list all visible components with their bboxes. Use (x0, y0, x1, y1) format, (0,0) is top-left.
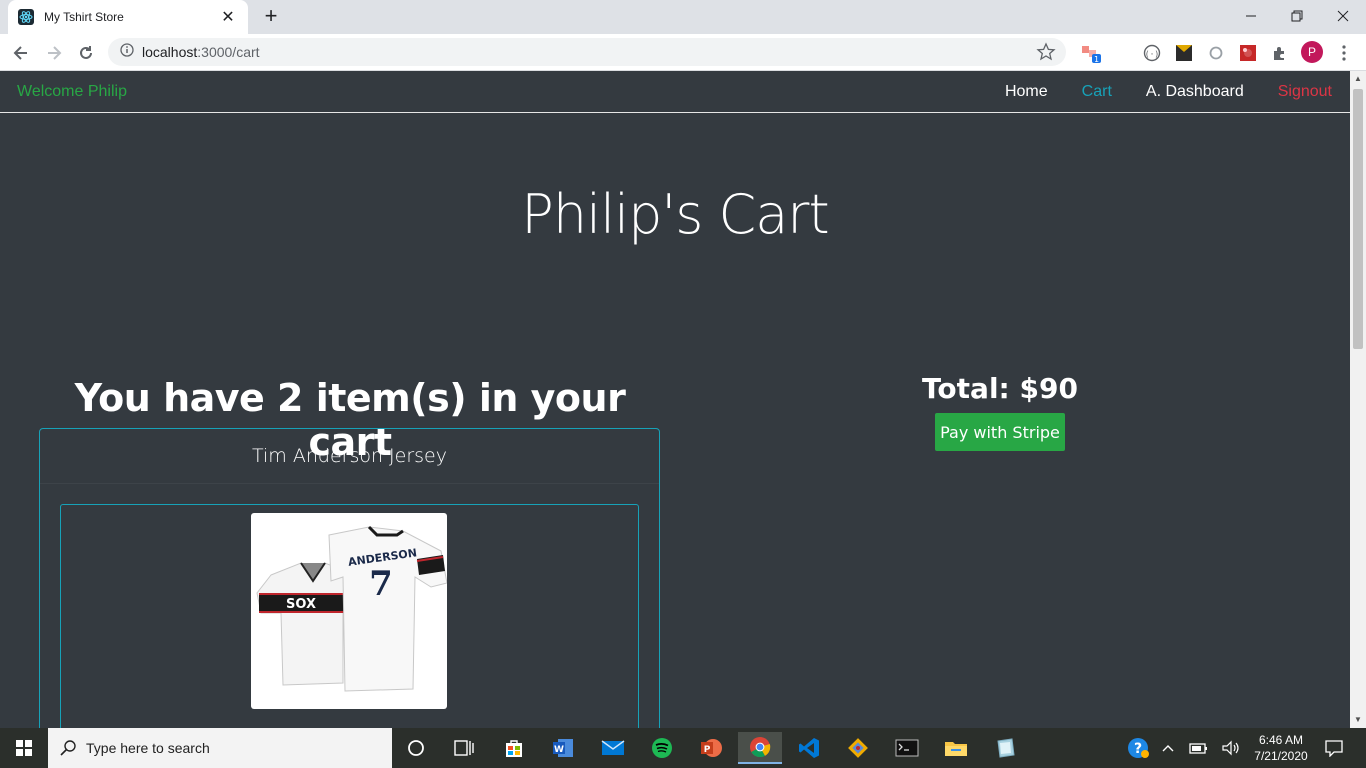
chrome-icon[interactable] (738, 732, 782, 764)
nav-cart-link[interactable]: Cart (1082, 83, 1112, 101)
store-icon[interactable] (494, 732, 534, 764)
extension-red-icon[interactable] (1237, 42, 1259, 64)
page-viewport: Welcome Philip Home Cart A. Dashboard Si… (0, 71, 1350, 728)
spotify-icon[interactable] (642, 732, 682, 764)
svg-text:1: 1 (1094, 55, 1099, 64)
page-title: Philip's Cart (521, 183, 829, 246)
notifications-icon[interactable] (1320, 728, 1348, 768)
nav-home-link[interactable]: Home (1005, 83, 1048, 101)
react-icon (18, 9, 34, 25)
product-name: Tim Anderson Jersey (40, 429, 659, 484)
restore-icon[interactable] (1274, 0, 1320, 32)
battery-icon[interactable] (1186, 728, 1212, 768)
cart-item-card: Tim Anderson Jersey SOX ANDERSON 7 (39, 428, 660, 728)
back-arrow-icon[interactable] (8, 40, 34, 66)
extension-code-icon[interactable]: (·) (1141, 42, 1163, 64)
mail-icon[interactable] (593, 732, 633, 764)
search-placeholder: Type here to search (86, 740, 210, 756)
svg-text:SOX: SOX (286, 597, 316, 612)
powerpoint-icon[interactable]: P (691, 732, 731, 764)
svg-text:W: W (554, 745, 564, 755)
url-text: localhost:3000/cart (142, 44, 260, 60)
browser-tab-strip: My Tshirt Store ✕ + (0, 0, 1366, 34)
svg-text:7: 7 (369, 564, 393, 604)
windows-taskbar: Type here to search W P ? 6:46 AM 7/21/2… (0, 728, 1366, 768)
profile-avatar[interactable]: P (1301, 41, 1323, 63)
git-icon[interactable] (838, 732, 878, 764)
cart-total: Total: $90 (922, 372, 1078, 405)
extension-puzzle-badge-icon[interactable]: 1 (1080, 42, 1102, 64)
minimize-icon[interactable] (1228, 0, 1274, 32)
url-path: :3000/cart (197, 44, 260, 60)
product-image-frame: SOX ANDERSON 7 (60, 504, 639, 728)
word-icon[interactable]: W (543, 732, 583, 764)
taskbar-clock[interactable]: 6:46 AM 7/21/2020 (1248, 732, 1314, 764)
scrollbar-thumb[interactable] (1353, 89, 1363, 349)
svg-text:(·): (·) (1145, 50, 1159, 59)
extensions-puzzle-icon[interactable] (1268, 42, 1290, 64)
address-bar[interactable]: localhost:3000/cart (108, 38, 1066, 66)
pay-with-stripe-button[interactable]: Pay with Stripe (935, 413, 1065, 451)
tab-close-icon[interactable]: ✕ (218, 7, 238, 27)
volume-icon[interactable] (1218, 728, 1244, 768)
browser-tab[interactable]: My Tshirt Store ✕ (8, 0, 248, 34)
extension-circle-icon[interactable] (1205, 42, 1227, 64)
bookmark-star-icon[interactable] (1036, 42, 1056, 62)
vscode-icon[interactable] (789, 732, 829, 764)
welcome-text: Welcome Philip (17, 83, 127, 100)
reload-icon[interactable] (73, 40, 99, 66)
page-scrollbar[interactable]: ▲ ▼ (1350, 71, 1366, 728)
taskbar-search-box[interactable]: Type here to search (48, 728, 392, 768)
scroll-down-icon[interactable]: ▼ (1350, 712, 1366, 728)
nav-links: Home Cart A. Dashboard Signout (971, 83, 1332, 101)
tab-title: My Tshirt Store (44, 10, 124, 24)
search-icon (60, 740, 76, 756)
app-tile-icon[interactable] (985, 732, 1025, 764)
info-icon[interactable] (120, 42, 134, 62)
menu-kebab-icon[interactable] (1333, 42, 1355, 64)
clock-time: 6:46 AM (1258, 733, 1304, 747)
svg-text:?: ? (1134, 741, 1142, 757)
nav-dashboard-link[interactable]: A. Dashboard (1146, 83, 1244, 101)
scroll-up-icon[interactable]: ▲ (1350, 71, 1366, 87)
help-icon[interactable]: ? (1124, 728, 1152, 768)
terminal-icon[interactable] (887, 732, 927, 764)
nav-signout-link[interactable]: Signout (1278, 83, 1332, 101)
windows-start-icon[interactable] (0, 728, 48, 768)
cortana-icon[interactable] (396, 732, 436, 764)
product-image: SOX ANDERSON 7 (251, 513, 448, 709)
forward-arrow-icon[interactable] (41, 40, 67, 66)
chevron-up-icon[interactable] (1156, 728, 1180, 768)
svg-text:P: P (704, 745, 711, 755)
file-explorer-icon[interactable] (936, 732, 976, 764)
url-host: localhost (142, 44, 198, 60)
window-close-icon[interactable] (1320, 0, 1366, 32)
browser-toolbar: localhost:3000/cart 1 (·) P (0, 34, 1366, 71)
site-navbar: Welcome Philip Home Cart A. Dashboard Si… (0, 71, 1350, 113)
task-view-icon[interactable] (444, 732, 484, 764)
clock-date: 7/21/2020 (1254, 749, 1308, 763)
extension-dark-icon[interactable] (1173, 42, 1195, 64)
new-tab-button[interactable]: + (258, 4, 284, 30)
